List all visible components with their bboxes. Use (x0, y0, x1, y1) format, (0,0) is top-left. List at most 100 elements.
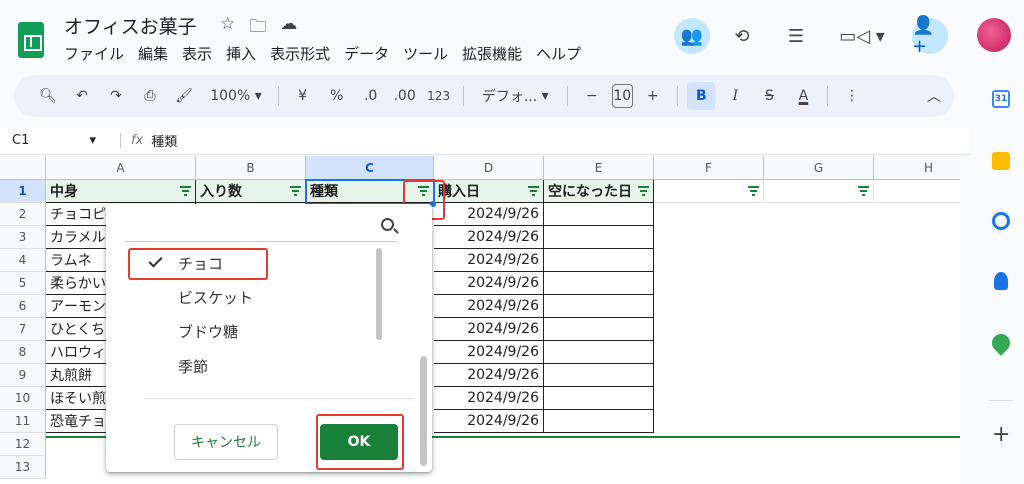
table-cell[interactable] (544, 341, 654, 364)
column-header-b[interactable]: B (196, 156, 306, 180)
search-menus-icon[interactable]: 🔍︎ (34, 82, 62, 110)
tasks-icon[interactable] (992, 212, 1010, 230)
decrease-decimal-button[interactable]: .0 (357, 82, 385, 110)
filter-icon[interactable] (290, 186, 301, 196)
row-header[interactable]: 4 (0, 249, 46, 272)
print-icon[interactable]: ⎙ (136, 82, 164, 110)
menu-format[interactable]: 表示形式 (270, 43, 330, 64)
version-history-button[interactable]: ⟲ (724, 18, 760, 54)
table-cell[interactable]: 2024/9/26 (434, 226, 544, 249)
row-header[interactable]: 3 (0, 226, 46, 249)
contacts-icon[interactable] (994, 272, 1008, 290)
filter-icon[interactable] (638, 186, 649, 196)
row-header[interactable]: 8 (0, 341, 46, 364)
table-cell[interactable] (544, 295, 654, 318)
table-cell[interactable]: 2024/9/26 (434, 341, 544, 364)
table-cell[interactable]: 2024/9/26 (434, 364, 544, 387)
header-cell[interactable] (764, 180, 874, 203)
bold-button[interactable]: B (687, 82, 716, 110)
table-cell[interactable]: 2024/9/26 (434, 295, 544, 318)
menu-data[interactable]: データ (344, 43, 389, 64)
table-cell[interactable]: 2024/9/26 (434, 318, 544, 341)
filter-option[interactable]: 季節 (130, 351, 366, 381)
paint-format-icon[interactable]: 🖌︎ (170, 82, 198, 110)
ok-button[interactable]: OK (320, 424, 398, 460)
table-cell[interactable] (544, 226, 654, 249)
font-select[interactable]: デフォ... ▾ (473, 82, 557, 110)
column-header-d[interactable]: D (434, 156, 544, 180)
row-header[interactable]: 7 (0, 318, 46, 341)
more-options-icon[interactable]: ⋮ (838, 82, 866, 110)
filter-search-field[interactable] (124, 210, 398, 242)
row-header[interactable]: 2 (0, 203, 46, 226)
menu-help[interactable]: ヘルプ (536, 43, 581, 64)
header-cell[interactable] (654, 180, 764, 203)
avatar[interactable] (977, 18, 1011, 52)
column-header-a[interactable]: A (46, 156, 196, 180)
header-cell[interactable]: 空になった日 (544, 180, 654, 203)
share-button[interactable]: 👤+ (912, 15, 948, 57)
table-cell[interactable] (544, 249, 654, 272)
filter-option[interactable]: ブドウ糖 (130, 316, 366, 346)
filter-icon[interactable] (528, 186, 539, 196)
italic-button[interactable]: I (721, 82, 749, 110)
table-cell[interactable] (544, 272, 654, 295)
column-header-c[interactable]: C (306, 156, 434, 180)
menu-extensions[interactable]: 拡張機能 (462, 43, 522, 64)
table-cell[interactable]: 2024/9/26 (434, 249, 544, 272)
comments-button[interactable]: ☰ (778, 18, 814, 54)
font-size-input[interactable]: 10 (611, 84, 633, 108)
table-cell[interactable] (544, 318, 654, 341)
text-color-button[interactable]: A (789, 82, 817, 110)
menu-edit[interactable]: 編集 (138, 43, 168, 64)
keep-icon[interactable] (992, 152, 1010, 170)
redo-icon[interactable]: ↷ (102, 82, 130, 110)
table-cell[interactable]: 2024/9/26 (434, 203, 544, 226)
row-header[interactable]: 1 (0, 180, 46, 203)
column-header-g[interactable]: G (764, 156, 874, 180)
undo-icon[interactable]: ↶ (68, 82, 96, 110)
more-formats-button[interactable]: 123 (425, 82, 453, 110)
column-header-h[interactable]: H (874, 156, 960, 180)
collapse-menus-icon[interactable]: ︿ (920, 82, 948, 110)
zoom-select[interactable]: 100% ▾ (204, 82, 268, 110)
header-cell[interactable]: 購入日 (434, 180, 544, 203)
document-title[interactable]: オフィスお菓子 (64, 12, 197, 39)
header-cell[interactable]: 中身 (46, 180, 196, 203)
filter-option[interactable]: ビスケット (130, 282, 366, 312)
row-header[interactable]: 12 (0, 433, 46, 456)
menu-tools[interactable]: ツール (403, 43, 448, 64)
column-header-f[interactable]: F (654, 156, 764, 180)
cancel-button[interactable]: キャンセル (174, 424, 278, 460)
dropdown-scrollbar[interactable] (420, 356, 427, 466)
decrease-font-size-button[interactable]: − (578, 82, 606, 110)
cell[interactable] (874, 180, 960, 203)
row-header[interactable]: 6 (0, 295, 46, 318)
filter-icon[interactable] (748, 186, 759, 196)
maps-icon[interactable] (988, 330, 1014, 356)
meet-present-button[interactable]: 👥 (674, 18, 710, 54)
cloud-status-icon[interactable]: ☁ (280, 14, 297, 43)
filter-icon[interactable] (858, 186, 869, 196)
increase-decimal-button[interactable]: .00 (391, 82, 419, 110)
table-cell[interactable] (544, 364, 654, 387)
table-cell[interactable] (544, 387, 654, 410)
table-cell[interactable] (544, 410, 654, 433)
formula-input[interactable]: 種類 (151, 131, 177, 150)
currency-format-button[interactable]: ¥ (289, 82, 317, 110)
percent-format-button[interactable]: % (323, 82, 351, 110)
strikethrough-button[interactable]: S (755, 82, 783, 110)
row-header[interactable]: 13 (0, 456, 46, 479)
header-cell[interactable]: 入り数 (196, 180, 306, 203)
table-cell[interactable]: 2024/9/26 (434, 387, 544, 410)
move-folder-icon[interactable]: 🗀 (249, 14, 266, 43)
star-icon[interactable]: ☆ (220, 14, 235, 43)
table-cell[interactable]: 2024/9/26 (434, 410, 544, 433)
calendar-icon[interactable]: 31 (992, 90, 1010, 108)
options-scrollbar[interactable] (376, 248, 382, 340)
row-header[interactable]: 10 (0, 387, 46, 410)
video-call-button[interactable]: ▭◁ ▾ (834, 18, 890, 54)
sheets-logo[interactable] (18, 22, 44, 58)
menu-file[interactable]: ファイル (64, 43, 124, 64)
menu-view[interactable]: 表示 (182, 43, 212, 64)
